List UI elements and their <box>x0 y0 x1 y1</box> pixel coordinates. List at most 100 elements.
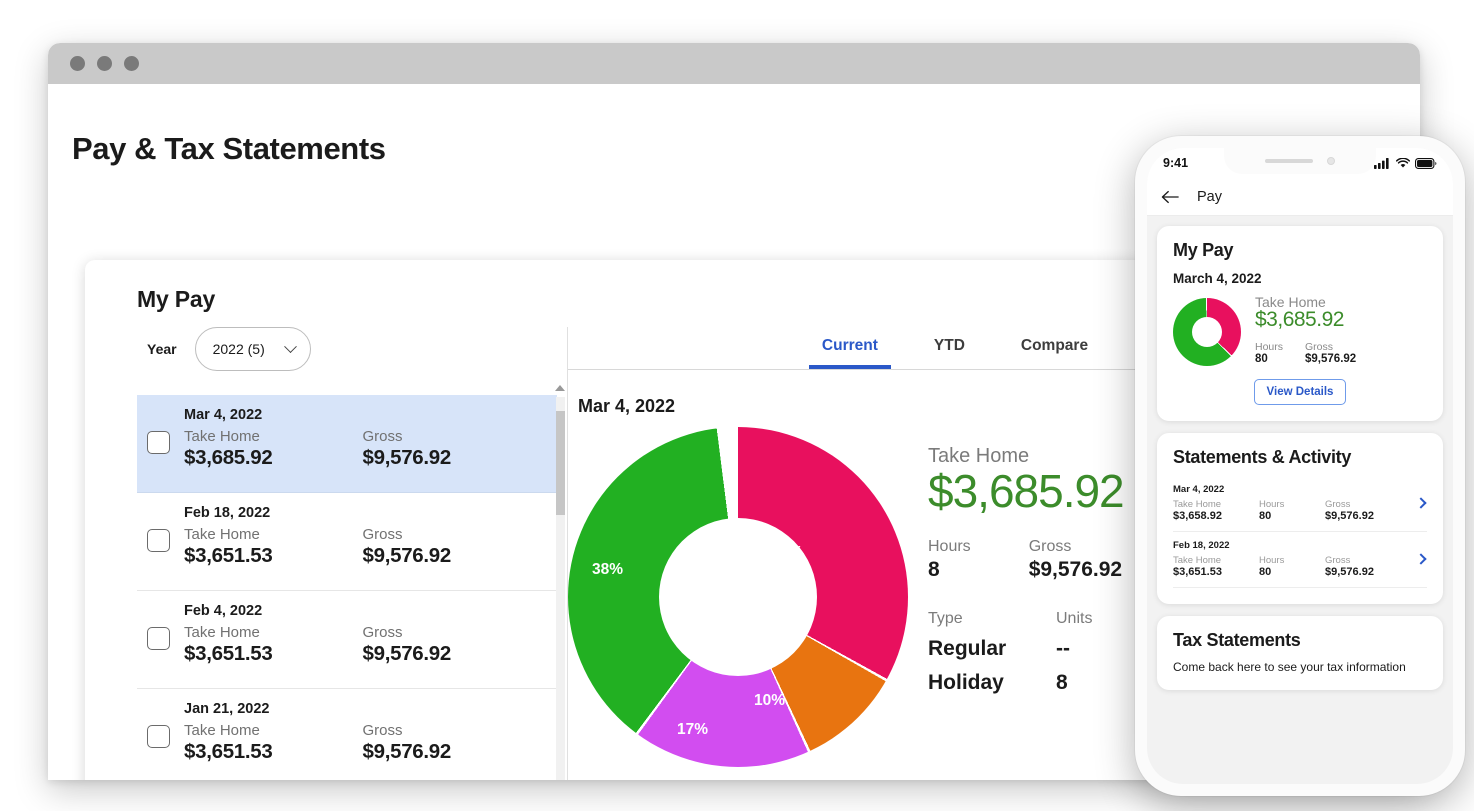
activity-gross-label: Gross <box>1325 499 1405 510</box>
col-units: Units <box>1056 610 1146 632</box>
mobile-screen: 9:41 <box>1147 148 1453 784</box>
battery-icon <box>1415 158 1437 169</box>
row-checkbox[interactable] <box>147 725 170 748</box>
activity-hours-label: Hours <box>1259 555 1325 566</box>
row-gross-label: Gross <box>363 722 542 739</box>
mobile-nav-bar: Pay <box>1147 178 1453 216</box>
row-checkbox[interactable] <box>147 627 170 650</box>
row-gross-value: $9,576.92 <box>363 642 542 666</box>
row-content: Feb 4, 2022 Take Home $3,651.53 Gross <box>184 603 541 666</box>
row-gross-value: $9,576.92 <box>363 740 542 764</box>
row-take-home-label: Take Home <box>184 428 363 445</box>
row-date: Mar 4, 2022 <box>184 407 541 423</box>
mobile-my-pay-heading: My Pay <box>1173 240 1427 261</box>
mobile-my-pay-card: My Pay March 4, 2022 Take Home $3,685.92 <box>1157 226 1443 421</box>
list-item[interactable]: Mar 4, 2022 Take Home $3,658.92 Hours 80 <box>1173 476 1427 532</box>
activity-take-home-label: Take Home <box>1173 499 1259 510</box>
statement-list[interactable]: Mar 4, 2022 Take Home $3,685.92 Gross <box>137 395 557 780</box>
earpiece-speaker-icon <box>1265 159 1313 163</box>
statement-list-scrollbar[interactable] <box>556 397 565 780</box>
activity-take-home-label: Take Home <box>1173 555 1259 566</box>
activity-gross-value: $9,576.92 <box>1325 510 1405 522</box>
activity-take-home-value: $3,651.53 <box>1173 566 1259 578</box>
donut-label-3: 17% <box>677 721 708 739</box>
row-date: Feb 18, 2022 <box>184 505 541 521</box>
scroll-up-arrow-icon[interactable] <box>555 385 565 391</box>
detail-gross-label: Gross <box>1029 538 1122 556</box>
row-take-home-value: $3,651.53 <box>184 740 363 764</box>
year-select[interactable]: 2022 (5) <box>195 327 311 371</box>
detail-hours-label: Hours <box>928 538 971 556</box>
table-row[interactable]: Mar 4, 2022 Take Home $3,685.92 Gross <box>137 395 557 493</box>
detail-hours-value: 8 <box>928 558 971 582</box>
mobile-tax-statements-card: Tax Statements Come back here to see you… <box>1157 616 1443 690</box>
year-select-value: 2022 (5) <box>213 341 265 357</box>
activity-take-home-value: $3,658.92 <box>1173 510 1259 522</box>
row-gross-value: $9,576.92 <box>363 446 542 470</box>
browser-titlebar <box>48 43 1420 84</box>
table-row[interactable]: Feb 18, 2022 Take Home $3,651.53 Gross <box>137 493 557 591</box>
statements-column: Year 2022 (5) <box>85 327 567 780</box>
row-gross-label: Gross <box>363 624 542 641</box>
signal-bars-icon <box>1374 158 1391 169</box>
cell-units: 8 <box>1056 666 1146 700</box>
mobile-donut-center-hole <box>1192 317 1222 347</box>
row-content: Feb 18, 2022 Take Home $3,651.53 Gross <box>184 505 541 568</box>
mobile-device-mockup: 9:41 <box>1135 136 1465 796</box>
window-close-dot[interactable] <box>70 56 85 71</box>
activity-date: Feb 18, 2022 <box>1173 540 1427 551</box>
row-gross-value: $9,576.92 <box>363 544 542 568</box>
row-content: Jan 21, 2022 Take Home $3,651.53 Gross <box>184 701 541 764</box>
donut-label-2: 10% <box>754 692 785 710</box>
mobile-tax-heading: Tax Statements <box>1173 630 1427 651</box>
col-type: Type <box>928 610 1056 632</box>
row-checkbox[interactable] <box>147 431 170 454</box>
window-maximize-dot[interactable] <box>124 56 139 71</box>
tab-ytd[interactable]: YTD <box>934 337 965 369</box>
mobile-pay-donut-chart <box>1173 298 1241 366</box>
activity-hours-label: Hours <box>1259 499 1325 510</box>
mobile-tax-subtitle: Come back here to see your tax informati… <box>1173 660 1427 674</box>
status-clock: 9:41 <box>1163 156 1188 170</box>
row-take-home-value: $3,651.53 <box>184 642 363 666</box>
row-checkbox[interactable] <box>147 529 170 552</box>
mobile-pay-figures: Take Home $3,685.92 Hours 80 Gross $9,57… <box>1255 294 1356 365</box>
front-camera-icon <box>1327 157 1335 165</box>
row-take-home-label: Take Home <box>184 526 363 543</box>
row-take-home-label: Take Home <box>184 722 363 739</box>
wifi-icon <box>1396 158 1410 169</box>
mobile-hours-value: 80 <box>1255 353 1283 365</box>
row-date: Jan 21, 2022 <box>184 701 541 717</box>
year-filter: Year 2022 (5) <box>147 327 567 371</box>
phone-notch <box>1224 148 1376 174</box>
tab-compare[interactable]: Compare <box>1021 337 1088 369</box>
activity-hours-value: 80 <box>1259 566 1325 578</box>
cell-type: Holiday <box>928 666 1056 700</box>
activity-date: Mar 4, 2022 <box>1173 484 1427 495</box>
window-minimize-dot[interactable] <box>97 56 112 71</box>
row-gross-label: Gross <box>363 526 542 543</box>
year-filter-label: Year <box>147 341 177 357</box>
table-row[interactable]: Feb 4, 2022 Take Home $3,651.53 Gross <box>137 591 557 689</box>
activity-hours-value: 80 <box>1259 510 1325 522</box>
donut-label-4: 38% <box>592 561 623 579</box>
mobile-hours-label: Hours <box>1255 341 1283 353</box>
mobile-nav-title: Pay <box>1197 189 1222 205</box>
view-details-button[interactable]: View Details <box>1254 379 1346 405</box>
row-take-home-label: Take Home <box>184 624 363 641</box>
mobile-gross-label: Gross <box>1305 341 1356 353</box>
pay-breakdown-donut-chart: 33% 10% 17% 38% <box>568 427 908 767</box>
mobile-pay-date: March 4, 2022 <box>1173 271 1427 286</box>
chevron-down-icon <box>284 340 297 353</box>
table-row[interactable]: Jan 21, 2022 Take Home $3,651.53 Gross <box>137 689 557 780</box>
scrollbar-thumb[interactable] <box>556 411 565 515</box>
list-item[interactable]: Feb 18, 2022 Take Home $3,651.53 Hours 8… <box>1173 532 1427 588</box>
tab-current[interactable]: Current <box>822 337 878 369</box>
mobile-content: My Pay March 4, 2022 Take Home $3,685.92 <box>1147 216 1453 712</box>
mobile-pay-stats: Hours 80 Gross $9,576.92 <box>1255 341 1356 365</box>
screenshot-stage: Pay & Tax Statements My Pay Year 2022 (5… <box>0 0 1474 811</box>
row-content: Mar 4, 2022 Take Home $3,685.92 Gross <box>184 407 541 470</box>
page-title: Pay & Tax Statements <box>72 131 386 167</box>
back-arrow-icon[interactable] <box>1161 190 1179 204</box>
activity-gross-label: Gross <box>1325 555 1405 566</box>
